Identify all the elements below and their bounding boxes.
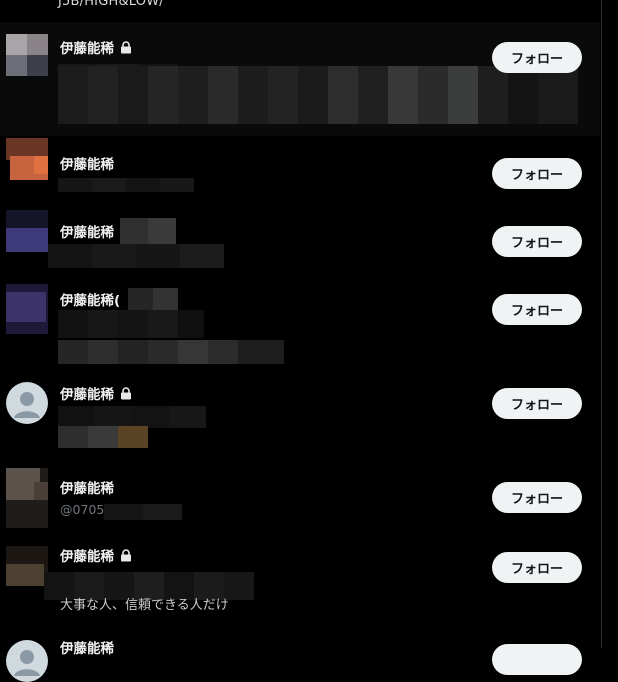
handle-redacted [104,504,182,520]
display-name[interactable]: 伊藤能稀 [60,477,114,497]
user-cell[interactable]: 伊藤能稀 フォロー [0,206,600,276]
avatar[interactable] [6,640,48,682]
name-suffix-redacted [120,218,176,244]
avatar[interactable] [6,34,48,76]
handle-redacted [58,178,194,192]
user-cell[interactable]: 伊藤能稀 @0705l フォロー [0,466,600,536]
user-name-line: 伊藤能稀 [60,637,114,657]
user-name-line: 伊藤能稀 [60,153,114,173]
display-name[interactable]: 伊藤能稀 [60,221,114,241]
avatar[interactable] [6,210,48,252]
user-name-line: 伊藤能稀 [60,383,132,403]
display-name[interactable]: 伊藤能稀 [60,637,114,657]
follow-button-partial[interactable] [492,644,582,675]
lock-icon [120,40,132,54]
avatar[interactable] [6,546,48,586]
timeline-border [601,0,602,648]
handle-redacted [48,244,224,268]
user-name-line: 伊藤能稀 [60,37,132,57]
avatar[interactable] [6,284,48,334]
handle-redacted [58,406,206,428]
user-cell[interactable]: 伊藤能稀 [0,632,600,682]
user-cell[interactable]: 伊藤能稀( フォロー [0,276,600,376]
display-name[interactable]: 伊藤能稀( [60,289,120,309]
display-name[interactable]: 伊藤能稀 [60,37,114,57]
display-name[interactable]: 伊藤能稀 [60,545,114,565]
user-name-line: 伊藤能稀( [60,289,120,309]
user-name-line: 伊藤能稀 [60,221,114,241]
bio-redacted [58,340,284,364]
avatar[interactable] [6,138,48,180]
default-profile-icon [14,392,40,418]
display-name[interactable]: 伊藤能稀 [60,153,114,173]
avatar[interactable] [6,382,48,424]
handle-redacted [58,310,204,338]
default-profile-icon [14,650,40,676]
follow-button[interactable]: フォロー [492,388,582,419]
user-name-line: 伊藤能稀 [60,545,132,565]
avatar[interactable] [6,468,48,528]
bio-redacted [58,426,148,448]
lock-icon [120,548,132,562]
previous-bio-fragment: J5B/HIGH&LOW/ [58,0,164,9]
bio-text: 大事な人、信頼できる人だけ [60,598,229,613]
name-suffix-redacted [128,288,178,310]
user-cell[interactable]: 伊藤能稀 フォロー [0,136,600,206]
display-name[interactable]: 伊藤能稀 [60,383,114,403]
follow-button[interactable]: フォロー [492,158,582,189]
lock-icon [120,386,132,400]
user-name-line: 伊藤能稀 [60,477,114,497]
handle-text: @0705l [60,502,108,517]
bio-redacted [58,66,578,124]
follow-button[interactable]: フォロー [492,226,582,257]
follow-button[interactable]: フォロー [492,42,582,73]
follow-button[interactable]: フォロー [492,552,582,583]
follow-button[interactable]: フォロー [492,482,582,513]
user-cell[interactable]: 伊藤能稀 大事な人、信頼できる人だけ フォロー [0,536,600,632]
follow-button[interactable]: フォロー [492,294,582,325]
user-cell[interactable]: 伊藤能稀 フォロー [0,376,600,466]
user-cell[interactable]: 伊藤能稀 フォロー [0,22,600,136]
